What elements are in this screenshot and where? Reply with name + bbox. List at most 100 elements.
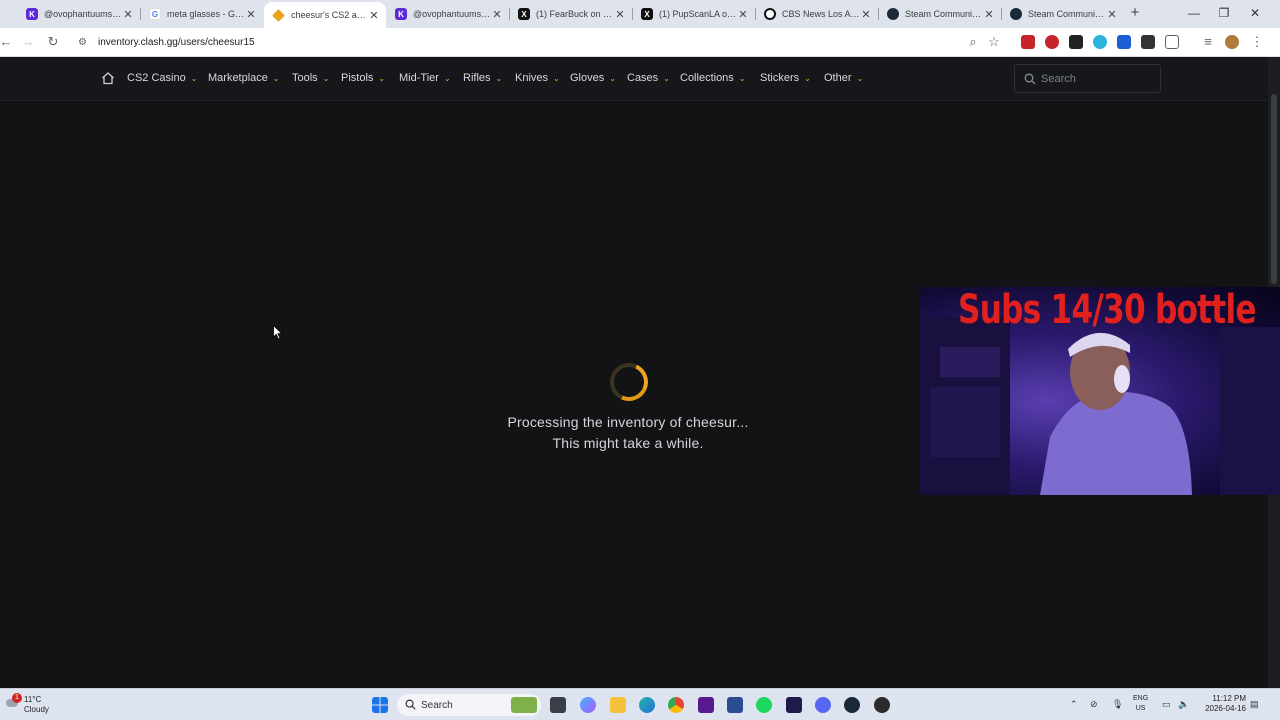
forward-icon[interactable]: → [20, 34, 36, 50]
close-tab-icon[interactable]: ✕ [368, 9, 380, 22]
site-search-input[interactable] [1041, 72, 1151, 85]
close-tab-icon[interactable]: ✕ [983, 8, 995, 21]
close-tab-icon[interactable]: ✕ [737, 8, 749, 21]
extension-icon[interactable] [1069, 35, 1083, 49]
menu-kebab-icon[interactable]: ⋮ [1249, 34, 1265, 50]
nav-item-rifles[interactable]: Rifles ⌄ [463, 72, 502, 84]
tray-chevron-up-icon[interactable]: ⌃ [1070, 699, 1078, 710]
task-view-icon[interactable] [550, 697, 566, 713]
chevron-down-icon: ⌄ [495, 73, 503, 83]
file-explorer-icon[interactable] [610, 697, 626, 713]
clock-time: 11:12 PM [1212, 694, 1246, 703]
chevron-down-icon: ⌄ [190, 73, 198, 83]
extension-icon[interactable] [1045, 35, 1059, 49]
x-icon: X [518, 8, 530, 20]
system-clock[interactable]: 11:12 PM 2026-04-16 [1196, 694, 1246, 714]
tab-title: @ovophantuums on [44, 9, 122, 19]
chevron-down-icon: ⌄ [322, 73, 330, 83]
search-icon [405, 699, 416, 710]
browser-tab[interactable]: G meta glasses - Googl ✕ [141, 3, 263, 25]
chrome-icon[interactable] [668, 697, 684, 713]
browser-tab[interactable]: Steam Community M ✕ [1002, 3, 1124, 25]
site-info-icon[interactable]: ⚙ [78, 37, 90, 48]
back-icon[interactable]: ← [0, 34, 14, 50]
browser-tab[interactable]: K @ovophantuums on ✕ [387, 3, 509, 25]
close-tab-icon[interactable]: ✕ [245, 8, 257, 21]
nav-item-other[interactable]: Other ⌄ [824, 72, 863, 84]
extension-icon[interactable] [1021, 35, 1035, 49]
nav-label: Rifles [463, 72, 491, 84]
browser-tab[interactable]: CBS News Los Angele ✕ [756, 3, 878, 25]
extension-icon[interactable] [1141, 35, 1155, 49]
reload-icon[interactable]: ↻ [45, 34, 61, 50]
tab-title: Steam Community M [1028, 9, 1106, 19]
weather-widget[interactable]: 1 11°C Cloudy [6, 693, 66, 717]
language-indicator[interactable]: ENG US [1133, 694, 1148, 714]
steam-icon[interactable] [844, 697, 860, 713]
search-icon [1024, 73, 1036, 85]
zoom-icon[interactable]: ⌕ [965, 34, 981, 50]
home-icon[interactable] [101, 71, 115, 85]
address-bar-url[interactable]: inventory.clash.gg/users/cheesur15 [98, 37, 255, 48]
browser-tab[interactable]: X (1) FearBuck on X: "D ✕ [510, 3, 632, 25]
webcam-banner-text: Subs 14/30 bottle [958, 287, 1257, 333]
spotify-icon[interactable] [756, 697, 772, 713]
volume-icon[interactable]: 🔈 [1178, 699, 1189, 710]
nav-item-collections[interactable]: Collections ⌄ [680, 72, 746, 84]
notifications-icon[interactable]: ▤ [1250, 699, 1259, 710]
nav-item-cases[interactable]: Cases ⌄ [627, 72, 670, 84]
nav-item-pistols[interactable]: Pistols ⌄ [341, 72, 385, 84]
discord-icon[interactable] [815, 697, 831, 713]
obs-icon[interactable] [874, 697, 890, 713]
extension-icon[interactable] [1117, 35, 1131, 49]
x-icon: X [641, 8, 653, 20]
chevron-down-icon: ⌄ [804, 73, 811, 83]
browser-tab[interactable]: Steam Community M ✕ [879, 3, 1001, 25]
nav-label: Stickers [760, 72, 800, 84]
windows-start-icon[interactable] [372, 697, 388, 713]
edge-icon[interactable] [639, 697, 655, 713]
site-search-box[interactable] [1014, 64, 1161, 93]
chevron-down-icon: ⌄ [443, 73, 451, 83]
profile-avatar[interactable] [1225, 35, 1239, 49]
nav-item-mid-tier[interactable]: Mid-Tier ⌄ [399, 72, 451, 84]
network-icon[interactable]: ⊘ [1090, 699, 1098, 710]
bookmark-star-icon[interactable]: ☆ [986, 34, 1002, 50]
minimize-icon[interactable]: — [1184, 4, 1204, 22]
nav-item-cs2-casino[interactable]: CS2 Casino ⌄ [127, 72, 197, 84]
nav-item-marketplace[interactable]: Marketplace ⌄ [208, 72, 280, 84]
chevron-down-icon: ⌄ [553, 73, 560, 83]
nav-item-knives[interactable]: Knives ⌄ [515, 72, 560, 84]
display-icon[interactable]: ▭ [1162, 699, 1171, 710]
nav-item-tools[interactable]: Tools ⌄ [292, 72, 329, 84]
nav-item-gloves[interactable]: Gloves ⌄ [570, 72, 616, 84]
premiere-icon[interactable] [786, 697, 802, 713]
copilot-icon[interactable] [580, 697, 596, 713]
mouse-pointer-icon [273, 325, 283, 340]
browser-tab[interactable]: X (1) PupScanLA on X: ✕ [633, 3, 755, 25]
reading-list-icon[interactable]: ≡ [1200, 34, 1216, 50]
weather-temp: 11°C [24, 695, 42, 704]
app-icon[interactable] [698, 697, 714, 713]
restore-icon[interactable]: ❐ [1214, 4, 1234, 22]
taskbar-search[interactable]: Search [397, 694, 541, 716]
extensions-puzzle-icon[interactable] [1165, 35, 1179, 49]
extension-icon[interactable] [1093, 35, 1107, 49]
site-navbar: CS2 Casino ⌄ Marketplace ⌄ Tools ⌄ Pistols ⌄… [0, 57, 1268, 101]
new-tab-icon[interactable]: + [1127, 5, 1143, 21]
close-tab-icon[interactable]: ✕ [614, 8, 626, 21]
app-icon[interactable] [727, 697, 743, 713]
close-tab-icon[interactable]: ✕ [491, 8, 503, 21]
microphone-icon[interactable]: 🎙 [1112, 699, 1123, 710]
close-tab-icon[interactable]: ✕ [122, 8, 134, 21]
browser-tab[interactable]: K @ovophantuums on ✕ [18, 3, 140, 25]
scrollbar-thumb[interactable] [1271, 94, 1277, 284]
close-window-icon[interactable]: ✕ [1245, 4, 1265, 22]
nav-item-stickers[interactable]: Stickers ⌄ [760, 72, 811, 84]
address-bar[interactable]: ⚙ inventory.clash.gg/users/cheesur15 [70, 31, 1010, 54]
browser-tab-active[interactable]: cheesur's CS2 and CS ✕ [264, 2, 386, 28]
tab-title: cheesur's CS2 and CS [291, 10, 368, 20]
close-tab-icon[interactable]: ✕ [860, 8, 872, 21]
close-tab-icon[interactable]: ✕ [1106, 8, 1118, 21]
nav-label: CS2 Casino [127, 72, 186, 84]
